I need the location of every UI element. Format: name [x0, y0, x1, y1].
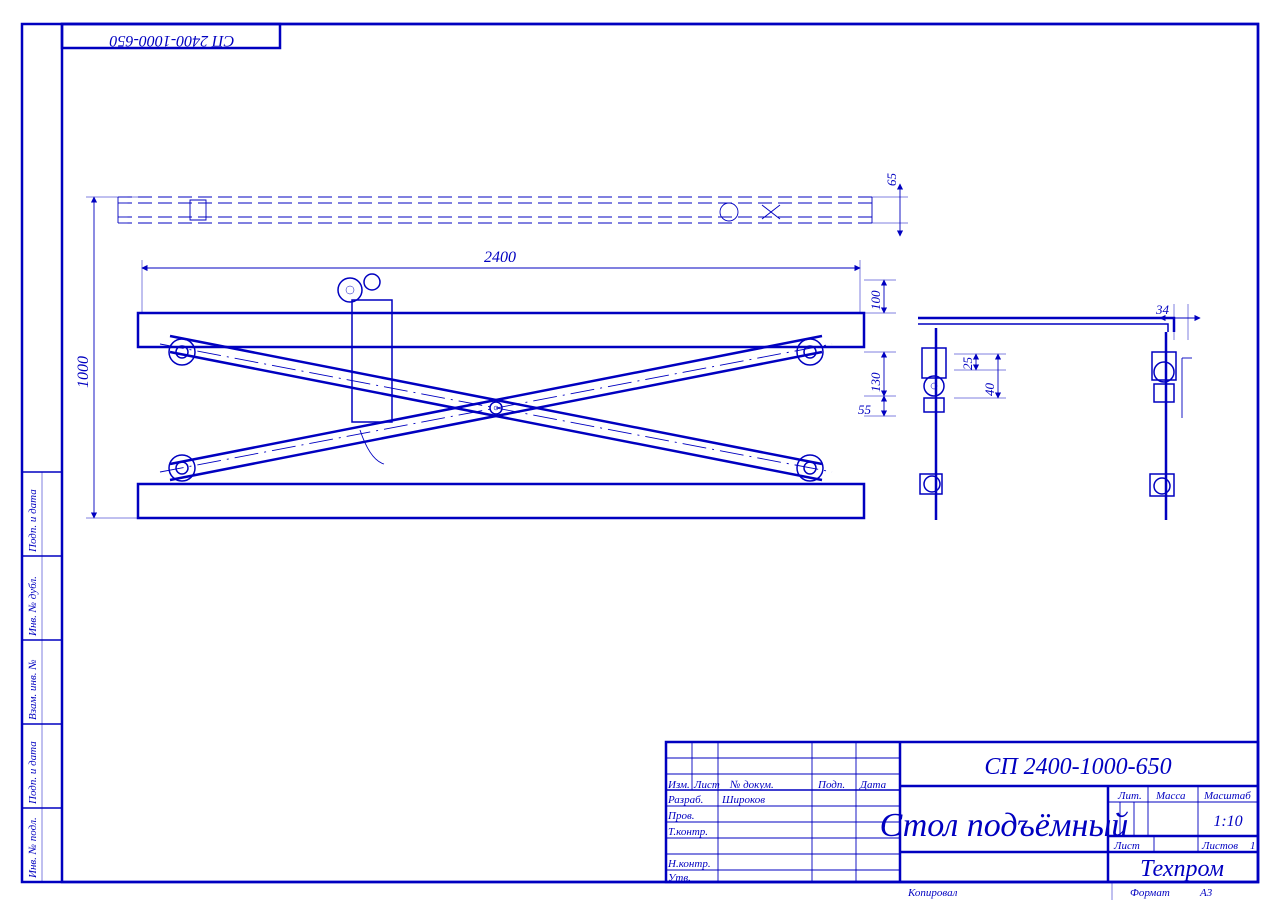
svg-text:Широков: Широков: [721, 794, 765, 806]
sidebar-inv-podl: Инв. № подл.: [27, 817, 39, 879]
svg-text:2400: 2400: [484, 249, 516, 266]
plan-view: [118, 197, 872, 223]
svg-text:А3: А3: [1199, 887, 1213, 899]
sidebar-podp-data2: Подп. и дата: [27, 489, 39, 553]
sidebar-inv-dubl: Инв. № дубл.: [27, 576, 39, 637]
svg-text:Формат: Формат: [1130, 887, 1170, 899]
svg-text:Лист: Лист: [693, 779, 720, 791]
svg-text:№ докум.: № докум.: [729, 779, 774, 791]
svg-text:Копировал: Копировал: [907, 887, 958, 899]
svg-text:34: 34: [1155, 302, 1170, 317]
svg-text:25: 25: [960, 357, 975, 371]
sidebar: Подп. и дата Инв. № дубл. Взам. инв. № П…: [22, 472, 62, 882]
dim-2400: 2400: [142, 249, 860, 313]
sidebar-podp-data1: Подп. и дата: [27, 741, 39, 805]
drawing-sheet: СП 2400-1000-650 Подп. и дата Инв. № дуб…: [0, 0, 1280, 906]
svg-text:1:10: 1:10: [1213, 813, 1242, 830]
svg-text:1000: 1000: [75, 356, 92, 388]
svg-text:130: 130: [868, 372, 883, 392]
dims-right-stack: 100 130 55: [858, 280, 896, 417]
title-block: Изм. Лист № докум. Подп. Дата Разраб. Ши…: [666, 742, 1258, 884]
dim-1000: 1000: [75, 197, 138, 518]
sidebar-vzam: Взам. инв. №: [27, 659, 39, 720]
svg-text:Н.контр.: Н.контр.: [667, 858, 711, 870]
svg-text:Дата: Дата: [859, 779, 887, 791]
svg-text:Масса: Масса: [1155, 790, 1186, 802]
svg-text:Лит.: Лит.: [1117, 790, 1142, 802]
svg-text:Разраб.: Разраб.: [667, 794, 703, 806]
svg-text:Пров.: Пров.: [667, 810, 694, 822]
svg-text:Т.контр.: Т.контр.: [668, 826, 708, 838]
detail-view: 34 25: [918, 302, 1200, 520]
front-view: 65: [75, 173, 908, 519]
drawing-title: Стол подъёмный: [880, 807, 1129, 844]
svg-text:100: 100: [868, 290, 883, 310]
svg-text:65: 65: [884, 173, 899, 187]
svg-text:40: 40: [982, 383, 997, 397]
svg-text:Подп.: Подп.: [817, 779, 845, 791]
dim-65: 65: [872, 173, 908, 237]
designation-mirrored: СП 2400-1000-650: [110, 32, 235, 49]
svg-text:1: 1: [1250, 840, 1256, 852]
side-elevation: [138, 274, 864, 518]
designation: СП 2400-1000-650: [984, 754, 1171, 780]
svg-text:Масштаб: Масштаб: [1203, 790, 1251, 802]
svg-text:55: 55: [858, 402, 872, 417]
company: Техпром: [1140, 856, 1224, 882]
svg-text:Изм.: Изм.: [667, 779, 690, 791]
svg-text:Листов: Листов: [1201, 840, 1238, 852]
cylinder: [338, 274, 392, 464]
bottom-strip: Копировал Формат А3: [907, 882, 1213, 900]
svg-text:Утв.: Утв.: [668, 872, 691, 884]
top-left-designation-box: СП 2400-1000-650: [62, 24, 280, 49]
svg-text:Лист: Лист: [1113, 840, 1140, 852]
